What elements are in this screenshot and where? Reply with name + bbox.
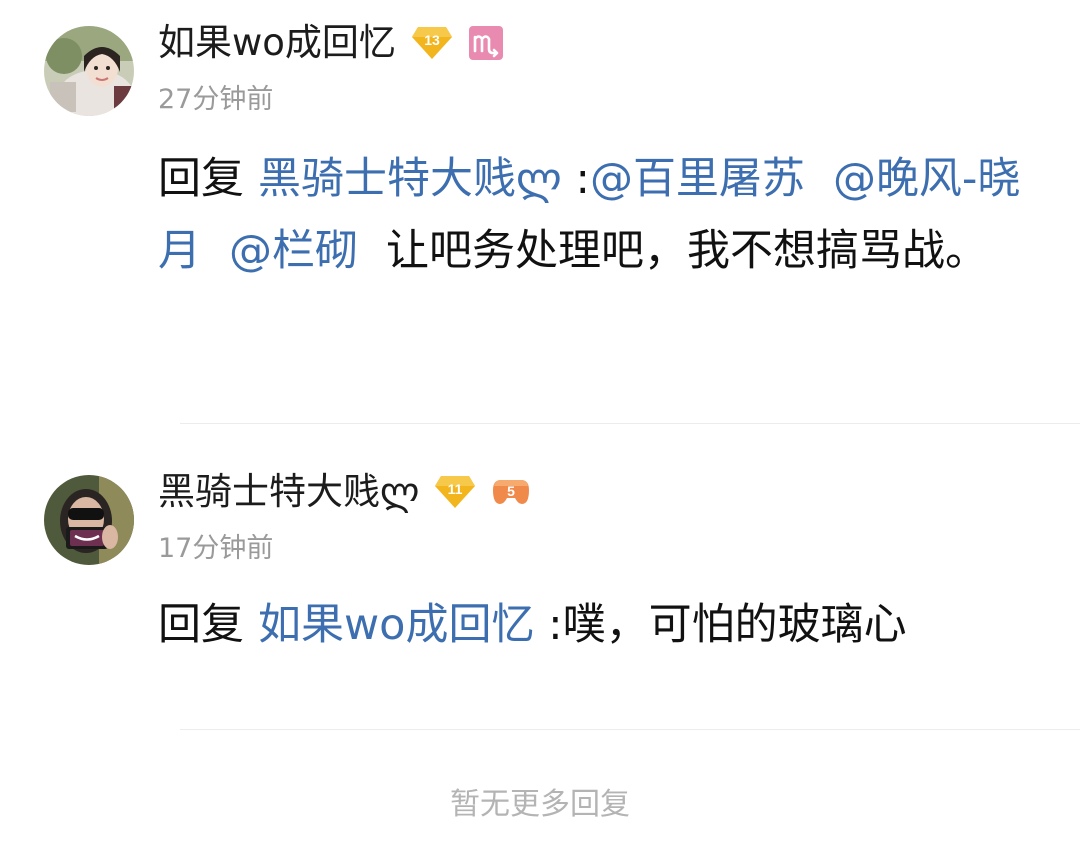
gamepad-level-value: 5: [507, 483, 515, 499]
reply-colon: :: [534, 600, 563, 650]
divider: [180, 729, 1080, 730]
level-badge-icon: 13: [410, 25, 454, 61]
reply-time: 17分钟前: [158, 533, 274, 564]
reply-time: 27分钟前: [158, 84, 274, 115]
gamepad-level-icon: 5: [491, 474, 531, 510]
reply-text: 噗，可怕的玻璃心: [562, 600, 907, 650]
reply-prefix: 回复: [158, 154, 244, 204]
scorpio-icon: [468, 25, 504, 61]
reply-list: 如果wo成回忆 13 27分钟前 回复 黑骑士特大贱ლ :@百里屠苏 @晚风-晓月 @…: [0, 0, 1080, 849]
reply-header: 如果wo成回忆 13: [158, 18, 504, 68]
level-badge-value: 11: [448, 481, 463, 497]
avatar-image: [44, 475, 134, 565]
mention-link[interactable]: @栏砌: [229, 226, 358, 276]
level-badge-value: 13: [424, 32, 440, 48]
level-badge-icon: 11: [433, 474, 477, 510]
avatar-image: [44, 26, 134, 116]
reply-header: 黑骑士特大贱ლ 11 5: [158, 467, 531, 517]
reply-to-user-link[interactable]: 如果wo成回忆: [258, 600, 534, 650]
reply-prefix: 回复: [158, 600, 244, 650]
reply-item: 黑骑士特大贱ლ 11 5 17分钟前 回复 如果wo成回忆 :噗，可怕的玻璃心: [0, 424, 1080, 730]
mention-link[interactable]: @百里屠苏: [590, 154, 805, 204]
avatar[interactable]: [44, 26, 134, 116]
reply-content: 回复 黑骑士特大贱ლ :@百里屠苏 @晚风-晓月 @栏砌 让吧务处理吧，我不想搞骂战。: [158, 143, 1048, 287]
reply-to-user-link[interactable]: 黑骑士特大贱ლ: [258, 154, 562, 204]
reply-content: 回复 如果wo成回忆 :噗，可怕的玻璃心: [158, 589, 1048, 661]
reply-item: 如果wo成回忆 13 27分钟前 回复 黑骑士特大贱ლ :@百里屠苏 @晚风-晓月 @…: [0, 0, 1080, 424]
username[interactable]: 黑骑士特大贱ლ: [158, 467, 419, 517]
reply-text: 让吧务处理吧，我不想搞骂战。: [386, 226, 988, 276]
no-more-replies-label: 暂无更多回复: [450, 787, 630, 822]
avatar[interactable]: [44, 475, 134, 565]
username[interactable]: 如果wo成回忆: [158, 18, 396, 68]
reply-colon: :: [561, 154, 590, 204]
